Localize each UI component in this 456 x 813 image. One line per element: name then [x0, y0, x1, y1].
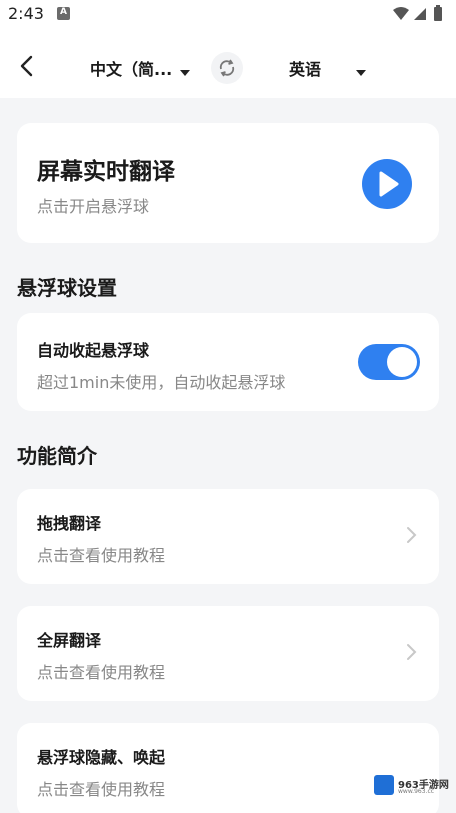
auto-collapse-card: 自动收起悬浮球 超过1min未使用，自动收起悬浮球	[17, 313, 439, 411]
feature-title: 悬浮球隐藏、唤起	[37, 748, 166, 767]
live-translate-card[interactable]: 屏幕实时翻译 点击开启悬浮球	[17, 123, 439, 243]
features-heading: 功能简介	[17, 444, 97, 468]
auto-collapse-subtitle: 超过1min未使用，自动收起悬浮球	[37, 373, 286, 392]
swap-icon	[219, 59, 235, 77]
feature-subtitle: 点击查看使用教程	[37, 546, 166, 565]
feature-subtitle: 点击查看使用教程	[37, 663, 166, 682]
live-translate-title: 屏幕实时翻译	[37, 159, 175, 185]
battery-icon	[434, 5, 442, 21]
feature-item-fullscreen-translate[interactable]: 全屏翻译 点击查看使用教程	[17, 606, 439, 701]
live-translate-subtitle: 点击开启悬浮球	[37, 197, 150, 216]
top-bar: 中文（简... 英语	[0, 30, 456, 98]
watermark: 963手游网 www.963.cc	[374, 774, 450, 798]
chevron-right-icon	[406, 525, 418, 549]
chevron-left-icon	[20, 55, 33, 77]
watermark-logo-icon	[374, 775, 394, 795]
auto-collapse-title: 自动收起悬浮球	[37, 341, 150, 360]
feature-title: 全屏翻译	[37, 631, 102, 650]
feature-item-drag-translate[interactable]: 拖拽翻译 点击查看使用教程	[17, 489, 439, 584]
status-bar: 2:43 A	[0, 0, 456, 30]
feature-subtitle: 点击查看使用教程	[37, 780, 166, 799]
target-language-selector[interactable]: 英语	[289, 56, 321, 80]
caret-down-icon[interactable]	[180, 62, 190, 81]
wifi-icon	[393, 7, 409, 20]
play-icon	[379, 171, 399, 197]
feature-item-float-hide-show[interactable]: 悬浮球隐藏、唤起 点击查看使用教程	[17, 723, 439, 813]
start-float-button[interactable]	[362, 159, 412, 209]
caret-down-icon[interactable]	[356, 62, 366, 81]
signal-icon	[414, 8, 426, 20]
source-language-selector[interactable]: 中文（简...	[90, 56, 172, 80]
back-button[interactable]	[14, 52, 42, 80]
feature-title: 拖拽翻译	[37, 514, 102, 533]
chevron-right-icon	[406, 642, 418, 666]
status-time: 2:43	[8, 4, 44, 23]
notification-icon: A	[57, 7, 70, 20]
float-settings-heading: 悬浮球设置	[17, 276, 117, 300]
auto-collapse-toggle[interactable]	[358, 344, 420, 380]
watermark-url: www.963.cc	[398, 788, 435, 795]
toggle-knob	[387, 347, 417, 377]
status-icons	[392, 5, 446, 27]
swap-language-button[interactable]	[211, 52, 243, 84]
